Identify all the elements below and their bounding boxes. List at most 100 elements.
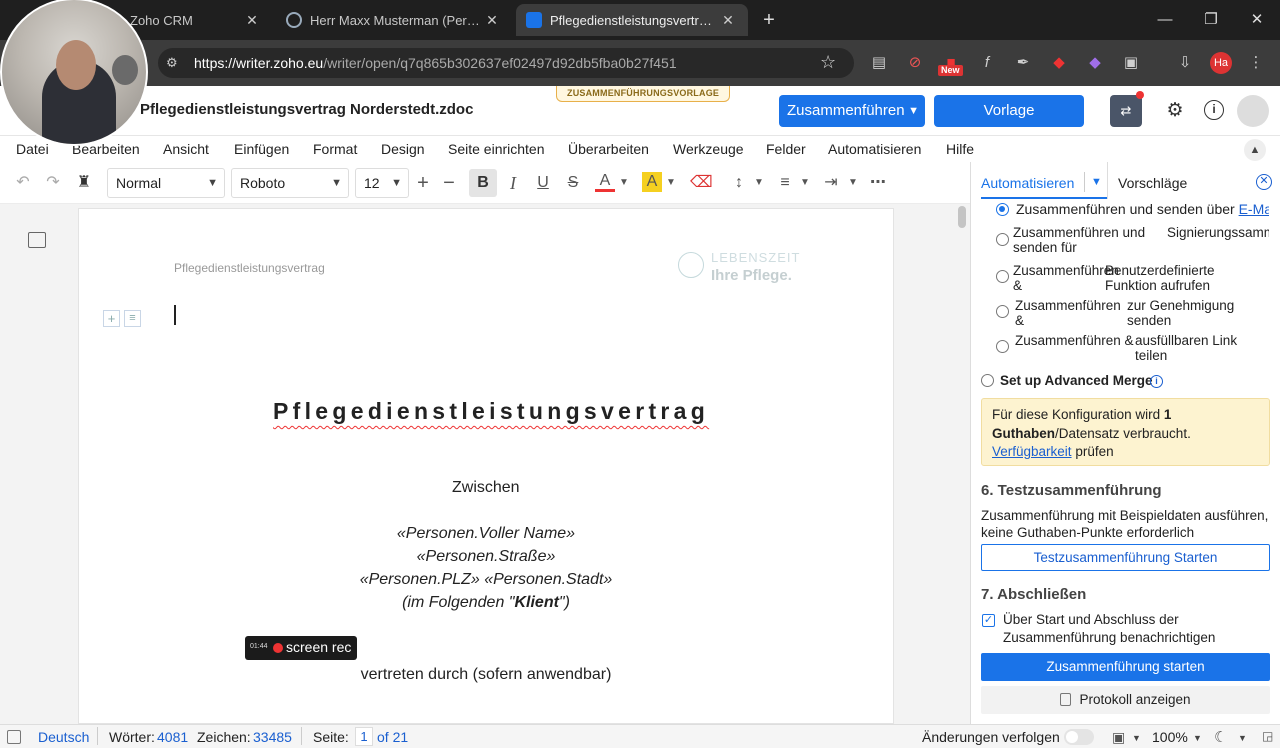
add-block-icon[interactable]: + bbox=[103, 310, 120, 327]
start-merge-button[interactable]: Zusammenführung starten bbox=[981, 653, 1270, 681]
translate-icon[interactable]: ⇄ bbox=[1110, 95, 1142, 127]
tab-zoho-crm[interactable]: Zoho CRM ✕ bbox=[120, 4, 272, 36]
close-icon[interactable]: ✕ bbox=[482, 12, 502, 29]
spellcheck-icon[interactable] bbox=[7, 730, 21, 744]
page-number-input[interactable]: 1 bbox=[355, 727, 373, 746]
bookmark-star-icon[interactable]: ☆ bbox=[820, 52, 840, 74]
chevron-down-icon[interactable]: ▼ bbox=[617, 172, 631, 194]
zoom-level[interactable]: 100% bbox=[1152, 729, 1188, 745]
close-window-icon[interactable]: ✕ bbox=[1242, 8, 1272, 32]
function-icon[interactable]: f bbox=[975, 52, 999, 74]
site-settings-icon[interactable]: ⚙ bbox=[166, 55, 182, 71]
start-test-merge-button[interactable]: Testzusammenführung Starten bbox=[981, 544, 1270, 571]
menu-help[interactable]: Hilfe bbox=[946, 141, 974, 157]
chevron-down-icon[interactable]: ▼ bbox=[846, 172, 860, 194]
notify-checkbox[interactable]: ✓ bbox=[982, 614, 995, 627]
indent-icon[interactable]: ⇥ bbox=[820, 172, 842, 194]
email-link[interactable]: E-Mail bbox=[1239, 201, 1269, 217]
menu-fields[interactable]: Felder bbox=[766, 141, 806, 157]
view-log-button[interactable]: Protokoll anzeigen bbox=[981, 686, 1270, 714]
document-title[interactable]: Pflegedienstleistungsvertrag Norderstedt… bbox=[140, 101, 473, 118]
radio-signature[interactable] bbox=[996, 233, 1009, 246]
format-painter-icon[interactable]: ♜ bbox=[72, 172, 96, 194]
tab-writer-document[interactable]: Pflegedienstleistungsvertrag Norderstedt… bbox=[516, 4, 748, 36]
menu-format[interactable]: Format bbox=[313, 141, 357, 157]
info-icon[interactable]: i bbox=[1204, 100, 1224, 120]
block-menu-icon[interactable]: ≡ bbox=[124, 310, 141, 327]
close-icon[interactable]: ✕ bbox=[718, 12, 738, 29]
download-icon[interactable]: ⇩ bbox=[1173, 52, 1197, 74]
font-size-select[interactable]: 12 ▼ bbox=[355, 168, 409, 198]
more-options-icon[interactable]: ⋯ bbox=[866, 172, 890, 194]
strikethrough-icon[interactable]: S bbox=[563, 172, 583, 194]
menu-page-setup[interactable]: Seite einrichten bbox=[448, 141, 545, 157]
increase-font-icon[interactable]: + bbox=[413, 172, 433, 194]
dark-mode-icon[interactable]: ☾ bbox=[1214, 728, 1227, 746]
browser-menu-icon[interactable]: ⋮ bbox=[1244, 52, 1268, 74]
info-icon[interactable]: i bbox=[1150, 375, 1163, 388]
extensions-puzzle-icon[interactable]: ▣ bbox=[1119, 52, 1143, 74]
chevron-down-icon[interactable]: ▼ bbox=[664, 172, 678, 194]
update-template-button[interactable]: Vorlage aktualisieren bbox=[934, 95, 1084, 151]
reader-icon[interactable]: ▤ bbox=[867, 52, 891, 74]
gem-icon[interactable]: ◆ bbox=[1083, 52, 1107, 74]
redo-icon[interactable]: ↷ bbox=[42, 172, 64, 194]
radio-email[interactable] bbox=[996, 203, 1009, 216]
new-tab-button[interactable]: + bbox=[758, 8, 780, 32]
menu-review[interactable]: Überarbeiten bbox=[568, 141, 649, 157]
chevron-down-icon[interactable]: ▼ bbox=[1238, 733, 1247, 743]
scrollbar-thumb[interactable] bbox=[958, 206, 966, 228]
profile-avatar[interactable]: Ha bbox=[1210, 52, 1232, 74]
text-color-icon[interactable]: A bbox=[595, 172, 615, 192]
close-panel-icon[interactable]: ✕ bbox=[1256, 174, 1272, 190]
bold-icon[interactable]: B bbox=[469, 169, 497, 197]
merge-button[interactable]: Zusammenführen ▼ bbox=[779, 95, 925, 127]
navigation-pane-icon[interactable] bbox=[28, 232, 46, 248]
menu-insert[interactable]: Einfügen bbox=[234, 141, 289, 157]
chevron-down-icon[interactable]: ▼ bbox=[1132, 733, 1141, 743]
client-designation: (im Folgenden "Klient") bbox=[386, 594, 586, 612]
clear-format-icon[interactable]: ⌫ bbox=[690, 172, 713, 194]
minimize-icon[interactable]: — bbox=[1150, 8, 1180, 32]
font-family-select[interactable]: Roboto ▼ bbox=[231, 168, 349, 198]
document-page[interactable] bbox=[78, 208, 894, 724]
underline-icon[interactable]: U bbox=[533, 172, 553, 194]
radio-fillable-link[interactable] bbox=[996, 340, 1009, 353]
close-icon[interactable]: ✕ bbox=[242, 12, 262, 29]
menu-view[interactable]: Ansicht bbox=[163, 141, 209, 157]
undo-icon[interactable]: ↶ bbox=[12, 172, 34, 194]
align-left-icon[interactable]: ≡ bbox=[774, 172, 796, 194]
tab-automate[interactable]: Automatisieren bbox=[981, 175, 1074, 191]
paragraph-style-select[interactable]: Normal ▼ bbox=[107, 168, 225, 198]
radio-custom-function[interactable] bbox=[996, 270, 1009, 283]
eyedropper-icon[interactable]: ✒ bbox=[1011, 52, 1035, 74]
availability-link[interactable]: Verfügbarkeit bbox=[992, 444, 1072, 459]
menu-tools[interactable]: Werkzeuge bbox=[673, 141, 744, 157]
fullscreen-icon[interactable]: ◲ bbox=[1262, 729, 1276, 743]
tab-suggestions[interactable]: Vorschläge bbox=[1118, 175, 1187, 191]
chevron-down-icon[interactable]: ▼ bbox=[752, 172, 766, 194]
block-icon[interactable]: ⊘ bbox=[903, 52, 927, 74]
menu-automate[interactable]: Automatisieren bbox=[828, 141, 921, 157]
tab-person-record[interactable]: Herr Maxx Musterman (Personen ✕ bbox=[276, 4, 512, 36]
language-selector[interactable]: Deutsch bbox=[38, 729, 89, 745]
settings-gear-icon[interactable]: ⚙ bbox=[1164, 99, 1186, 121]
track-changes-toggle[interactable] bbox=[1064, 729, 1094, 745]
restore-icon[interactable]: ❐ bbox=[1196, 8, 1226, 32]
italic-icon[interactable]: I bbox=[503, 172, 523, 194]
highlight-icon[interactable]: A bbox=[642, 172, 662, 192]
radio-approval[interactable] bbox=[996, 305, 1009, 318]
collapse-menu-icon[interactable]: ▲ bbox=[1244, 139, 1266, 161]
screen-recorder-badge[interactable]: 01:44 screen rec bbox=[245, 636, 357, 660]
chevron-down-icon[interactable]: ▼ bbox=[798, 172, 812, 194]
radio-advanced-merge[interactable] bbox=[981, 374, 994, 387]
menu-design[interactable]: Design bbox=[381, 141, 425, 157]
user-avatar[interactable] bbox=[1237, 95, 1269, 127]
url-bar[interactable]: https://writer.zoho.eu/writer/open/q7q86… bbox=[158, 48, 854, 78]
zoom-icon[interactable]: ▣ bbox=[1112, 729, 1128, 745]
chevron-down-icon[interactable]: ▼ bbox=[1193, 733, 1202, 743]
chevron-down-icon[interactable]: ▼ bbox=[1091, 176, 1102, 188]
decrease-font-icon[interactable]: − bbox=[439, 172, 459, 194]
line-spacing-icon[interactable]: ↕ bbox=[728, 172, 750, 194]
shield-icon[interactable]: ◆ bbox=[1047, 52, 1071, 74]
